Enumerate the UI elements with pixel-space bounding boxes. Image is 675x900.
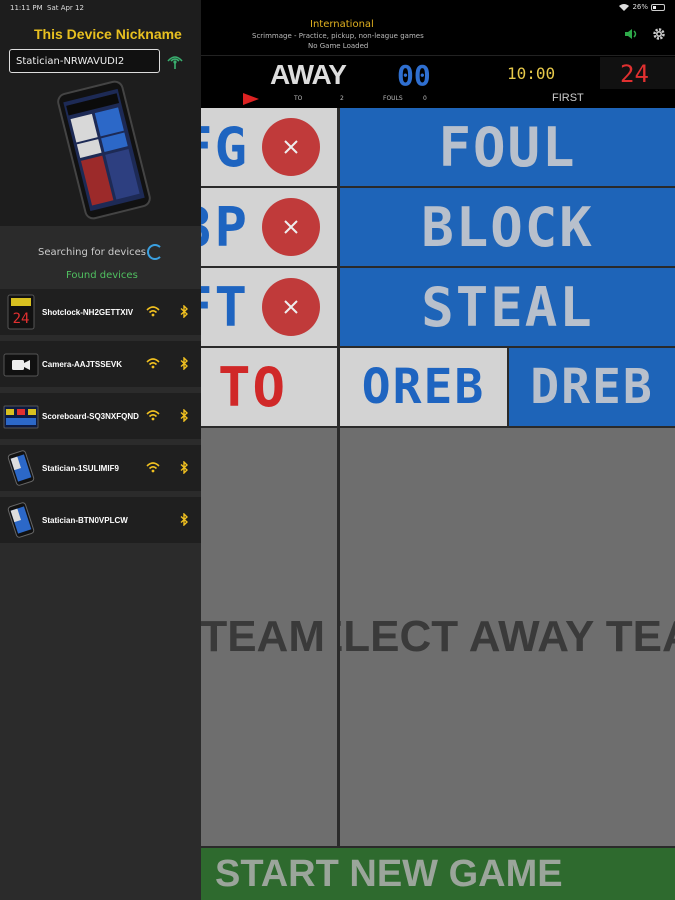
status-date: Sat Apr 12 <box>47 4 84 12</box>
league-subtitle: Scrimmage - Practice, pickup, non-league… <box>252 32 424 40</box>
select-away-team[interactable]: SELECT AWAY TEAM <box>340 428 675 846</box>
speaker-icon[interactable] <box>624 28 638 40</box>
dreb-label: DREB <box>530 359 654 415</box>
status-bar: 11:11 PM Sat Apr 12 26% <box>0 0 675 16</box>
loading-spinner-icon <box>147 244 163 260</box>
bluetooth-icon <box>180 513 188 526</box>
dreb-button[interactable]: DREB <box>509 348 675 426</box>
status-time: 11:11 PM <box>10 4 43 12</box>
ft-miss-button[interactable] <box>262 278 320 336</box>
network-tree-icon[interactable] <box>166 52 184 70</box>
away-label: AWAY <box>270 59 347 90</box>
device-row[interactable]: Camera-AAJTSSEVK <box>0 341 201 389</box>
away-team-prompt: SELECT AWAY TEAM <box>340 612 675 661</box>
start-new-game-label: START NEW GAME <box>215 853 563 895</box>
bluetooth-icon <box>180 409 188 422</box>
foul-label: FOUL <box>438 115 577 179</box>
device-name: Statician-1SULIMIF9 <box>42 464 119 473</box>
oreb-button[interactable]: OREB <box>340 348 507 426</box>
camera-icon <box>3 353 39 377</box>
device-name: Scoreboard-SQ3NXFQND <box>42 412 139 421</box>
steal-button[interactable]: STEAL <box>340 268 675 346</box>
oreb-label: OREB <box>361 359 486 415</box>
gear-icon[interactable] <box>652 27 666 41</box>
device-row[interactable]: 24 Shotclock-NH2GETTXIV <box>0 289 201 337</box>
timeout-label: TO <box>217 355 287 419</box>
bluetooth-icon <box>180 357 188 370</box>
possession-arrow-icon[interactable] <box>243 93 259 105</box>
status-right: 26% <box>619 3 665 11</box>
scoreboard-icon <box>3 405 39 429</box>
timeouts-value: 2 <box>340 95 344 102</box>
wifi-icon <box>146 462 160 473</box>
nickname-title: This Device Nickname <box>34 26 182 42</box>
fg-miss-button[interactable] <box>262 118 320 176</box>
block-button[interactable]: BLOCK <box>340 188 675 266</box>
game-clock[interactable]: 10:00 <box>507 64 555 83</box>
shotclock-icon: 24 <box>7 294 35 330</box>
wifi-icon <box>146 358 160 369</box>
svg-text:24: 24 <box>13 311 30 327</box>
phone-icon <box>7 502 35 538</box>
away-score: 00 <box>397 59 431 92</box>
bluetooth-icon <box>180 461 188 474</box>
fouls-value: 0 <box>423 95 427 102</box>
found-devices-label: Found devices <box>66 270 138 281</box>
phone-preview-image <box>57 80 151 220</box>
nickname-input[interactable] <box>9 49 160 73</box>
wifi-icon <box>146 306 160 317</box>
device-name: Shotclock-NH2GETTXIV <box>42 308 134 317</box>
bluetooth-icon <box>180 305 188 318</box>
wifi-status-icon <box>619 4 630 11</box>
foul-button[interactable]: FOUL <box>340 108 675 186</box>
block-label: BLOCK <box>421 195 594 259</box>
close-icon <box>284 140 298 154</box>
fouls-label: FOULS <box>383 95 403 102</box>
period-label: FIRST <box>552 92 584 104</box>
close-icon <box>284 300 298 314</box>
device-drawer: This Device Nickname Searching for devic… <box>0 0 201 900</box>
3p-miss-button[interactable] <box>262 198 320 256</box>
device-row[interactable]: Statician-1SULIMIF9 <box>0 445 201 493</box>
searching-text: Searching for devices <box>38 247 146 258</box>
device-row[interactable]: Statician-BTN0VPLCW <box>0 497 201 545</box>
close-icon <box>284 220 298 234</box>
game-status: No Game Loaded <box>308 42 369 50</box>
phone-icon <box>7 450 35 486</box>
device-name: Camera-AAJTSSEVK <box>42 360 123 369</box>
steal-label: STEAL <box>421 275 594 339</box>
wifi-icon <box>146 410 160 421</box>
shot-clock[interactable]: 24 <box>620 60 649 88</box>
device-name: Statician-BTN0VPLCW <box>42 516 128 525</box>
league-name: International <box>310 19 374 30</box>
battery-icon <box>651 3 665 11</box>
timeouts-label: TO <box>294 95 303 102</box>
battery-percent: 26% <box>632 3 648 11</box>
device-row[interactable]: Scoreboard-SQ3NXFQND <box>0 393 201 441</box>
